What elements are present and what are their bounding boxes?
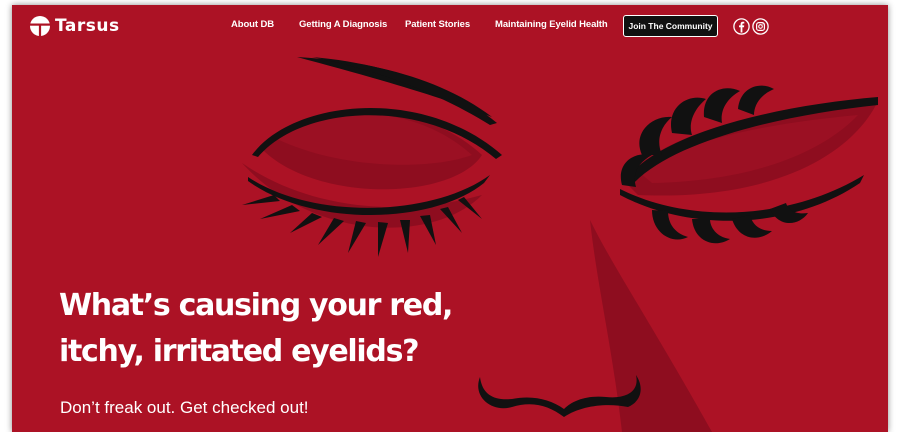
site-header: Tarsus About DB Getting A Diagnosis Pati… [12, 5, 888, 49]
facebook-link[interactable] [733, 18, 750, 35]
tarsus-logo[interactable]: Tarsus [29, 14, 120, 38]
nav-patient-stories[interactable]: Patient Stories [405, 19, 470, 30]
instagram-icon [752, 18, 769, 35]
tarsus-logo-mark-icon [29, 16, 51, 37]
hero-text-block: What’s causing your red, itchy, irritate… [59, 283, 619, 417]
facebook-icon [733, 18, 750, 35]
instagram-link[interactable] [752, 18, 769, 35]
hero-heading-line-2: itchy, irritated eyelids? [59, 334, 420, 369]
nav-maintaining-eyelid-health[interactable]: Maintaining Eyelid Health [495, 19, 608, 30]
hero-heading: What’s causing your red, itchy, irritate… [59, 283, 619, 375]
landing-page: Tarsus About DB Getting A Diagnosis Pati… [12, 5, 888, 432]
nav-about-db[interactable]: About DB [231, 19, 274, 30]
hero-heading-line-1: What’s causing your red, [59, 288, 453, 323]
logo-text: Tarsus [55, 16, 120, 36]
hero-subheading: Don’t freak out. Get checked out! [60, 398, 309, 417]
nav-getting-a-diagnosis[interactable]: Getting A Diagnosis [299, 19, 387, 30]
join-community-button[interactable]: Join The Community [623, 15, 718, 37]
